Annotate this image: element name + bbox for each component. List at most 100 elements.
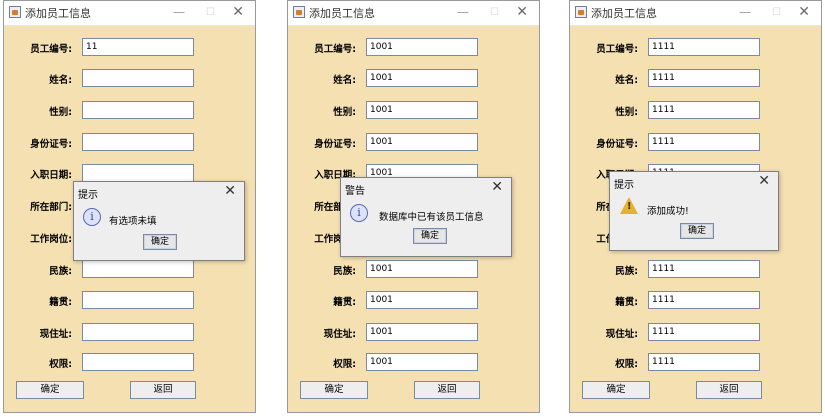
dialog-message: 添加成功! bbox=[647, 206, 689, 217]
field-input[interactable]: 1111 bbox=[648, 101, 760, 119]
maximize-icon[interactable]: ☐ bbox=[206, 5, 215, 21]
form-row: 性别: 1111 bbox=[570, 101, 821, 121]
field-label: 性别: bbox=[615, 107, 638, 118]
form-row: 身份证号: bbox=[4, 133, 255, 153]
warning-mark: ! bbox=[627, 201, 632, 212]
back-button[interactable]: 返回 bbox=[130, 381, 196, 399]
field-input[interactable]: 1111 bbox=[648, 38, 760, 56]
dialog-ok-button[interactable]: 确定 bbox=[413, 228, 447, 244]
form-row: 员工编号: 1111 bbox=[570, 38, 821, 58]
field-input[interactable]: 1001 bbox=[366, 291, 478, 309]
form-row: 现住址: bbox=[4, 323, 255, 343]
field-label: 籍贯: bbox=[49, 297, 72, 308]
window-title: 添加员工信息 bbox=[25, 7, 91, 20]
dialog-close-icon[interactable]: ✕ bbox=[224, 183, 236, 199]
form-row: 民族: 1001 bbox=[288, 260, 539, 280]
field-label: 民族: bbox=[49, 266, 72, 277]
form-row: 员工编号: 11 bbox=[4, 38, 255, 58]
field-input[interactable]: 1001 bbox=[366, 133, 478, 151]
close-icon[interactable]: ✕ bbox=[798, 4, 810, 20]
field-input[interactable]: 1001 bbox=[366, 353, 478, 371]
field-input[interactable] bbox=[82, 133, 194, 151]
confirm-button[interactable]: 确定 bbox=[582, 381, 650, 399]
close-icon[interactable]: ✕ bbox=[232, 4, 244, 20]
dialog-title: 提示 bbox=[78, 190, 98, 201]
confirm-button[interactable]: 确定 bbox=[300, 381, 368, 399]
field-input[interactable]: 11 bbox=[82, 38, 194, 56]
title-bar: 添加员工信息 — ☐ ✕ bbox=[4, 1, 255, 26]
confirm-button[interactable]: 确定 bbox=[16, 381, 84, 399]
form-row: 权限: 1001 bbox=[288, 353, 539, 373]
field-input[interactable]: 1001 bbox=[366, 260, 478, 278]
field-label: 员工编号: bbox=[30, 44, 72, 55]
form-row: 民族: 1111 bbox=[570, 260, 821, 280]
maximize-icon[interactable]: ☐ bbox=[490, 5, 499, 21]
minimize-icon[interactable]: — bbox=[173, 4, 185, 20]
field-label: 权限: bbox=[615, 359, 638, 370]
maximize-icon[interactable]: ☐ bbox=[772, 5, 781, 21]
form-row: 权限: 1111 bbox=[570, 353, 821, 373]
field-label: 现住址: bbox=[605, 329, 638, 340]
form-row: 身份证号: 1001 bbox=[288, 133, 539, 153]
field-input[interactable]: 1001 bbox=[366, 69, 478, 87]
dialog-ok-button[interactable]: 确定 bbox=[680, 223, 714, 239]
field-input[interactable] bbox=[82, 69, 194, 87]
dialog-ok-button[interactable]: 确定 bbox=[143, 234, 177, 250]
java-app-icon bbox=[293, 6, 305, 18]
dialog-message: 有选项未填 bbox=[109, 216, 157, 227]
field-label: 工作岗位: bbox=[30, 234, 72, 245]
field-label: 民族: bbox=[615, 266, 638, 277]
dialog-close-icon[interactable]: ✕ bbox=[758, 173, 770, 189]
minimize-icon[interactable]: — bbox=[739, 4, 751, 20]
info-icon: i bbox=[83, 208, 101, 226]
field-input[interactable]: 1111 bbox=[648, 291, 760, 309]
message-dialog: 提示 ✕ i 有选项未填确定 bbox=[73, 181, 245, 261]
dialog-title: 警告 bbox=[345, 186, 365, 197]
back-button[interactable]: 返回 bbox=[414, 381, 480, 399]
field-label: 性别: bbox=[333, 107, 356, 118]
message-dialog: 提示 ✕! 添加成功! 确定 bbox=[609, 171, 779, 251]
form-row: 现住址: 1111 bbox=[570, 323, 821, 343]
close-icon[interactable]: ✕ bbox=[516, 4, 528, 20]
field-input[interactable] bbox=[82, 323, 194, 341]
field-input[interactable] bbox=[82, 101, 194, 119]
employee-form-window: 添加员工信息 — ☐ ✕ 员工编号: 1001 姓名: 1001 性别: 1001 身份证号: 100… bbox=[287, 0, 540, 413]
field-input[interactable]: 1111 bbox=[648, 353, 760, 371]
field-label: 性别: bbox=[49, 107, 72, 118]
form-row: 民族: bbox=[4, 260, 255, 280]
field-input[interactable]: 1111 bbox=[648, 133, 760, 151]
field-label: 员工编号: bbox=[314, 44, 356, 55]
form-row: 籍贯: bbox=[4, 291, 255, 311]
field-input[interactable]: 1001 bbox=[366, 101, 478, 119]
field-label: 民族: bbox=[333, 266, 356, 277]
dialog-close-icon[interactable]: ✕ bbox=[491, 179, 503, 195]
field-input[interactable]: 1001 bbox=[366, 323, 478, 341]
field-input[interactable] bbox=[82, 291, 194, 309]
form-row: 现住址: 1001 bbox=[288, 323, 539, 343]
field-input[interactable]: 1111 bbox=[648, 260, 760, 278]
employee-form-window: 添加员工信息 — ☐ ✕ 员工编号: 11 姓名: 性别: 身份证号: 入职日期: 所在部门: 工作岗… bbox=[3, 0, 256, 413]
field-label: 籍贯: bbox=[333, 297, 356, 308]
back-button[interactable]: 返回 bbox=[696, 381, 762, 399]
form-row: 性别: 1001 bbox=[288, 101, 539, 121]
field-input[interactable]: 1111 bbox=[648, 323, 760, 341]
title-bar: 添加员工信息 — ☐ ✕ bbox=[288, 1, 539, 26]
field-input[interactable]: 1001 bbox=[366, 38, 478, 56]
field-label: 姓名: bbox=[615, 75, 638, 86]
field-label: 籍贯: bbox=[615, 297, 638, 308]
window-title: 添加员工信息 bbox=[309, 7, 375, 20]
field-label: 姓名: bbox=[333, 75, 356, 86]
field-input[interactable]: 1111 bbox=[648, 69, 760, 87]
field-input[interactable] bbox=[82, 353, 194, 371]
form-row: 员工编号: 1001 bbox=[288, 38, 539, 58]
form-row: 姓名: 1111 bbox=[570, 69, 821, 89]
field-label: 现住址: bbox=[39, 329, 72, 340]
form-row: 性别: bbox=[4, 101, 255, 121]
field-label: 姓名: bbox=[49, 75, 72, 86]
field-input[interactable] bbox=[82, 260, 194, 278]
minimize-icon[interactable]: — bbox=[457, 4, 469, 20]
window-title: 添加员工信息 bbox=[591, 7, 657, 20]
field-label: 权限: bbox=[333, 359, 356, 370]
field-input[interactable] bbox=[82, 164, 194, 182]
field-label: 权限: bbox=[49, 359, 72, 370]
